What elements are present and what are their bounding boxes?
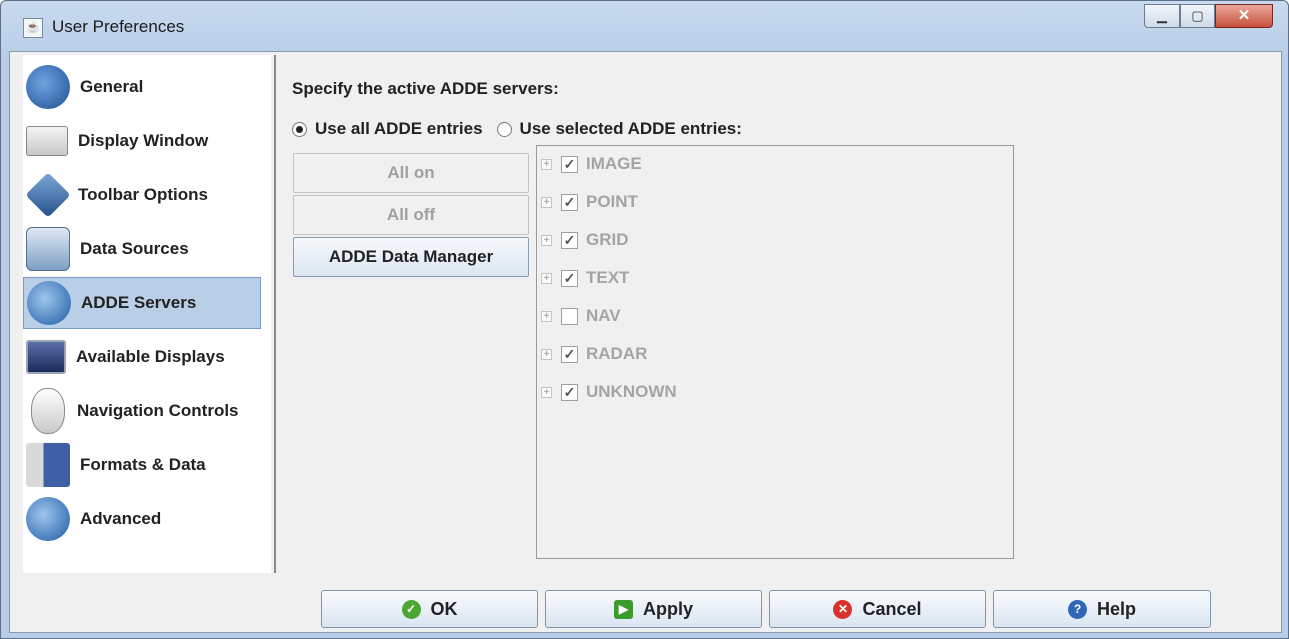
sidebar-item-label: Navigation Controls: [77, 401, 239, 420]
general-icon: [26, 65, 70, 109]
sidebar-item-toolbar-options[interactable]: Toolbar Options: [23, 169, 261, 221]
all-on-button[interactable]: All on: [293, 153, 529, 193]
sidebar-item-formats-data[interactable]: Formats & Data: [23, 439, 261, 491]
tree-node-nav[interactable]: + NAV: [541, 305, 621, 327]
expand-icon[interactable]: +: [541, 234, 552, 246]
use-all-radio[interactable]: [292, 121, 307, 137]
sidebar-divider[interactable]: [274, 55, 276, 573]
title-bar: ☕ User Preferences ▁ ▢ ✕: [1, 1, 1288, 51]
expand-icon[interactable]: +: [541, 196, 552, 208]
preferences-sidebar: General Display Window Toolbar Options D…: [23, 55, 271, 573]
tree-node-label: UNKNOWN: [586, 382, 677, 401]
mouse-icon: [31, 388, 65, 434]
tree-node-label: POINT: [586, 192, 638, 211]
apply-button[interactable]: ▶ Apply: [545, 590, 762, 628]
window-title: User Preferences: [52, 17, 185, 36]
adde-data-manager-button[interactable]: ADDE Data Manager: [293, 237, 529, 277]
adde-servers-icon: [27, 281, 71, 325]
unknown-checkbox[interactable]: ✓: [561, 383, 578, 401]
java-app-icon[interactable]: ☕: [23, 18, 43, 38]
use-selected-radio[interactable]: [496, 121, 512, 137]
display-window-icon: [26, 126, 68, 156]
sidebar-item-display-window[interactable]: Display Window: [23, 115, 261, 167]
preferences-window: ☕ User Preferences ▁ ▢ ✕ General Display…: [0, 0, 1289, 639]
cancel-label: Cancel: [862, 598, 922, 619]
data-sources-icon: [26, 227, 70, 271]
sidebar-item-label: Data Sources: [80, 239, 189, 258]
adde-entries-tree[interactable]: + ✓ IMAGE + ✓ POINT + ✓ GRID + ✓ TEXT + …: [536, 145, 1014, 559]
tree-node-grid[interactable]: + ✓ GRID: [541, 229, 629, 251]
image-checkbox[interactable]: ✓: [561, 155, 578, 173]
expand-icon[interactable]: +: [541, 158, 552, 170]
expand-icon[interactable]: +: [541, 272, 552, 284]
sidebar-item-label: Display Window: [78, 131, 209, 150]
apply-label: Apply: [642, 598, 693, 619]
tree-node-image[interactable]: + ✓ IMAGE: [541, 153, 642, 175]
ok-button[interactable]: ✓ OK: [321, 590, 538, 628]
minimize-button[interactable]: ▁: [1144, 4, 1180, 28]
expand-icon[interactable]: +: [541, 310, 552, 322]
help-icon: ?: [1067, 599, 1087, 619]
tree-node-label: IMAGE: [586, 154, 642, 173]
apply-icon: ▶: [613, 599, 633, 619]
maximize-button[interactable]: ▢: [1180, 4, 1215, 28]
checkmark-icon: ✓: [401, 599, 421, 619]
tree-node-point[interactable]: + ✓ POINT: [541, 191, 638, 213]
cancel-icon: ✕: [833, 599, 853, 619]
text-checkbox[interactable]: ✓: [561, 269, 578, 287]
sidebar-item-label: Advanced: [80, 509, 162, 528]
expand-icon[interactable]: +: [541, 348, 552, 360]
radar-checkbox[interactable]: ✓: [561, 345, 578, 363]
dialog-client-area: General Display Window Toolbar Options D…: [9, 51, 1282, 633]
tree-node-label: TEXT: [586, 268, 630, 287]
advanced-icon: [26, 497, 70, 541]
grid-checkbox[interactable]: ✓: [561, 231, 578, 249]
sidebar-item-label: Available Displays: [76, 347, 225, 366]
close-button[interactable]: ✕: [1215, 4, 1273, 28]
sidebar-item-general[interactable]: General: [23, 61, 261, 113]
sidebar-item-label: Toolbar Options: [78, 185, 209, 204]
window-controls: ▁ ▢ ✕: [1144, 4, 1273, 30]
all-off-button[interactable]: All off: [293, 195, 529, 235]
server-mode-radio-group: Use all ADDE entries Use selected ADDE e…: [292, 119, 742, 139]
sidebar-item-label: Formats & Data: [80, 455, 206, 474]
expand-icon[interactable]: +: [541, 386, 552, 398]
sidebar-item-advanced[interactable]: Advanced: [23, 493, 261, 545]
use-all-label[interactable]: Use all ADDE entries: [315, 119, 483, 139]
sidebar-item-adde-servers[interactable]: ADDE Servers: [23, 277, 261, 329]
available-displays-icon: [26, 340, 66, 374]
tree-node-label: RADAR: [586, 344, 648, 363]
help-button[interactable]: ? Help: [993, 590, 1211, 628]
sidebar-item-label: ADDE Servers: [81, 293, 197, 312]
sidebar-item-navigation-controls[interactable]: Navigation Controls: [23, 385, 261, 437]
use-selected-label[interactable]: Use selected ADDE entries:: [520, 119, 742, 139]
formats-data-icon: [26, 443, 70, 487]
ok-label: OK: [430, 598, 458, 619]
nav-checkbox[interactable]: [561, 307, 578, 325]
point-checkbox[interactable]: ✓: [561, 193, 578, 211]
tree-node-label: GRID: [586, 230, 629, 249]
tree-node-radar[interactable]: + ✓ RADAR: [541, 343, 647, 365]
tree-node-text[interactable]: + ✓ TEXT: [541, 267, 629, 289]
tree-node-unknown[interactable]: + ✓ UNKNOWN: [541, 381, 677, 403]
sidebar-item-label: General: [80, 77, 144, 96]
help-label: Help: [1096, 598, 1136, 619]
adde-servers-panel: Specify the active ADDE servers: Use all…: [278, 55, 1280, 573]
panel-heading: Specify the active ADDE servers:: [292, 79, 559, 98]
cancel-button[interactable]: ✕ Cancel: [769, 590, 986, 628]
sidebar-item-data-sources[interactable]: Data Sources: [23, 223, 261, 275]
tree-node-label: NAV: [586, 306, 621, 325]
toolbar-options-icon: [25, 172, 71, 218]
sidebar-item-available-displays[interactable]: Available Displays: [23, 331, 261, 383]
